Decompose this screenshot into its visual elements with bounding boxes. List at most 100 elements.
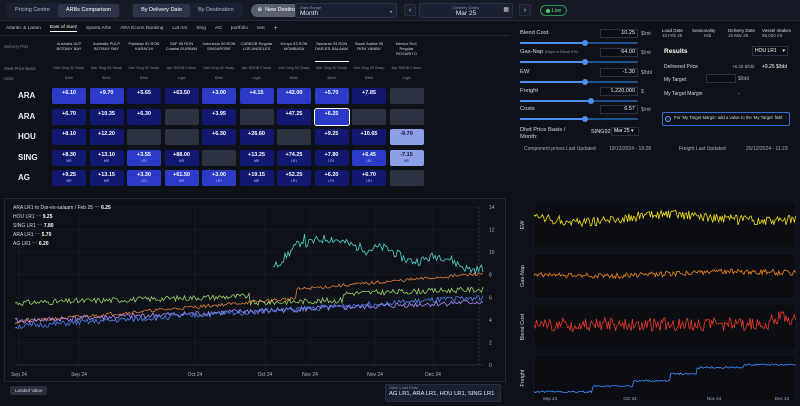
arb-cell[interactable]: +12.20: [89, 129, 124, 145]
group-tab-4[interactable]: Lat Am: [172, 26, 187, 31]
arb-cell[interactable]: +6.30: [127, 108, 161, 125]
arb-cell[interactable]: +61.50 MR: [164, 170, 199, 186]
arb-cell[interactable]: [239, 108, 274, 125]
date-range-select[interactable]: Date Range Month ▾: [295, 3, 397, 18]
row-label-0[interactable]: ARA: [18, 91, 35, 100]
arb-cell[interactable]: +88.00 MR: [164, 149, 199, 166]
arb-cell[interactable]: +26.60: [239, 129, 274, 145]
arb-cell[interactable]: +6.25: [313, 107, 350, 126]
group-tab-8[interactable]: test: [257, 26, 265, 31]
component-charts[interactable]: EW Gas-Nap Blend Cost Freight Sep 24 Oct 24 No…: [512, 198, 798, 404]
freight-slider[interactable]: [520, 98, 638, 104]
freight-input[interactable]: 1,220,000: [600, 87, 638, 96]
column-header-2[interactable]: Pakistan 92 RON KARACHI: [127, 41, 161, 51]
costs-input[interactable]: 6.57: [600, 105, 638, 114]
column-header-4[interactable]: Indonesia 90 RON SINGAPORE: [202, 41, 236, 51]
arb-cell[interactable]: +6.70 LR1: [352, 170, 386, 186]
arb-cell[interactable]: +7.80 LR1: [314, 149, 349, 166]
arb-cell[interactable]: +13.10 MR: [89, 149, 124, 166]
arb-cell[interactable]: +6.10: [52, 88, 86, 104]
slider-handle[interactable]: [581, 116, 588, 122]
gasnap-input[interactable]: 64.00: [600, 48, 638, 57]
column-header-9[interactable]: Mexico RoC Regular ROSARITO: [390, 41, 424, 56]
arb-cell[interactable]: +13.25 MR: [239, 149, 274, 166]
arb-cell[interactable]: +5.70: [314, 88, 349, 104]
slider-handle[interactable]: [581, 40, 588, 46]
arb-history-chart[interactable]: 0 2 4 6 8 10 12 14 Sep 24 Sep 24 Oct 24 Oct 24 Nov 2…: [4, 198, 506, 382]
row-label-2[interactable]: HOU: [18, 132, 36, 141]
arb-cell[interactable]: +5.65: [127, 88, 161, 104]
slider-handle[interactable]: [587, 98, 594, 104]
column-header-8[interactable]: Saudi Arabia 95 RON YANBU: [352, 41, 386, 51]
arb-cell[interactable]: +9.25 MR: [52, 170, 86, 186]
arb-cell[interactable]: +3.30 LR1: [127, 170, 161, 186]
arb-cell[interactable]: +7.85: [352, 88, 386, 104]
arb-cell[interactable]: +63.50: [164, 88, 199, 104]
arb-cell[interactable]: +4.15: [239, 88, 274, 104]
arb-cell[interactable]: -7.15 MR: [389, 149, 424, 166]
arb-cell[interactable]: +8.30 MR: [52, 149, 86, 166]
arb-cell[interactable]: +3.55 LR1: [127, 149, 161, 166]
arb-cell[interactable]: +6.70: [52, 108, 86, 125]
row-label-1[interactable]: ARA: [18, 112, 35, 121]
arb-cell[interactable]: [389, 88, 424, 104]
landed-value-button[interactable]: Landed Value: [10, 386, 48, 395]
column-header-7[interactable]: Tanzania 93 RON DAR-ES-SALAAM: [315, 41, 349, 51]
arb-cell[interactable]: +42.00: [277, 88, 311, 104]
component-charts-svg[interactable]: EW Gas-Nap Blend Cost Freight Sep 24 Oct 24 No…: [512, 198, 798, 404]
group-tab-1[interactable]: East of Suez: [49, 25, 78, 32]
series-line-sing[interactable]: [14, 286, 484, 307]
arb-cell[interactable]: [352, 108, 386, 125]
add-group-icon[interactable]: +: [274, 25, 278, 32]
arb-cell[interactable]: [164, 129, 199, 145]
tab-by-delivery-date[interactable]: By Delivery Date: [133, 3, 191, 17]
ew-input[interactable]: -1.30: [600, 68, 638, 77]
group-tab-2[interactable]: Sparta Arbs: [86, 26, 111, 31]
column-header-6[interactable]: Kenya 93 RON MOMBASA: [277, 41, 311, 51]
arb-cell[interactable]: +6.45 LR1: [352, 149, 386, 166]
other-load-ports-select[interactable]: Other Load Ports AG LR1, ARA LR1, HOU LR…: [385, 384, 501, 402]
live-badge[interactable]: Live: [540, 5, 568, 16]
arb-cell[interactable]: +9.70: [89, 88, 124, 104]
arb-cell[interactable]: +19.15 MR: [239, 170, 274, 186]
slider-handle[interactable]: [581, 79, 588, 85]
arb-cell[interactable]: [389, 108, 424, 125]
column-header-5[interactable]: CARBOB Regular LOS ANGELES: [240, 41, 274, 51]
arb-cell[interactable]: +6.20 LR1: [314, 170, 349, 186]
row-label-4[interactable]: AG: [18, 173, 30, 182]
arb-cell[interactable]: +13.15 MR: [89, 170, 124, 186]
ew-slider[interactable]: [520, 79, 638, 85]
arb-cell[interactable]: +8.10: [52, 129, 86, 145]
arb-cell[interactable]: [277, 129, 311, 145]
blend-cost-input[interactable]: 10.25: [600, 29, 638, 38]
series-line-dar-es-salaam[interactable]: [272, 233, 484, 275]
prev-date-button[interactable]: ‹: [404, 4, 416, 16]
tab-pricing-centre[interactable]: Pricing Centre: [7, 4, 58, 17]
my-target-input[interactable]: [706, 74, 736, 83]
group-tab-3[interactable]: ARA Econs Ranking: [120, 26, 163, 31]
arb-history-svg[interactable]: 0 2 4 6 8 10 12 14 Sep 24 Sep 24 Oct 24 Oct 24 Nov 2…: [5, 199, 507, 383]
delivery-dates-select[interactable]: Delivery Dates Mar 25 ▦: [419, 3, 513, 18]
group-tab-5[interactable]: Sing: [196, 26, 206, 31]
arb-cell[interactable]: +52.25 LR1: [277, 170, 311, 186]
row-label-3[interactable]: SING: [18, 153, 38, 162]
vessel-select[interactable]: HOU LR1 ▾: [752, 46, 788, 56]
costs-slider[interactable]: [520, 116, 638, 122]
arb-cell[interactable]: -9.70: [389, 129, 424, 145]
group-tab-0[interactable]: Atlantic & Latam: [6, 26, 41, 31]
column-header-1[interactable]: Australia PULP BOTANY BAY: [90, 41, 124, 51]
arb-cell[interactable]: +6.30: [202, 129, 236, 145]
series-line-hou[interactable]: [14, 271, 484, 324]
slider-handle[interactable]: [581, 59, 588, 65]
group-tab-6[interactable]: AG: [215, 26, 222, 31]
tab-by-destination[interactable]: By Destination: [190, 4, 241, 17]
arb-cell[interactable]: +3.00: [202, 88, 236, 104]
arb-cell[interactable]: +47.25: [277, 108, 311, 125]
arb-cell[interactable]: [164, 108, 199, 125]
column-header-3[interactable]: SAF 95 RON Coastal DURBAN: [165, 41, 199, 51]
blend-cost-slider[interactable]: [520, 40, 638, 46]
arb-cell[interactable]: [389, 170, 424, 186]
arb-cell[interactable]: +3.00 LR1: [202, 170, 236, 186]
tab-arbs-comparison[interactable]: ARBs Comparison: [57, 3, 120, 17]
gasnap-slider[interactable]: [520, 59, 638, 65]
